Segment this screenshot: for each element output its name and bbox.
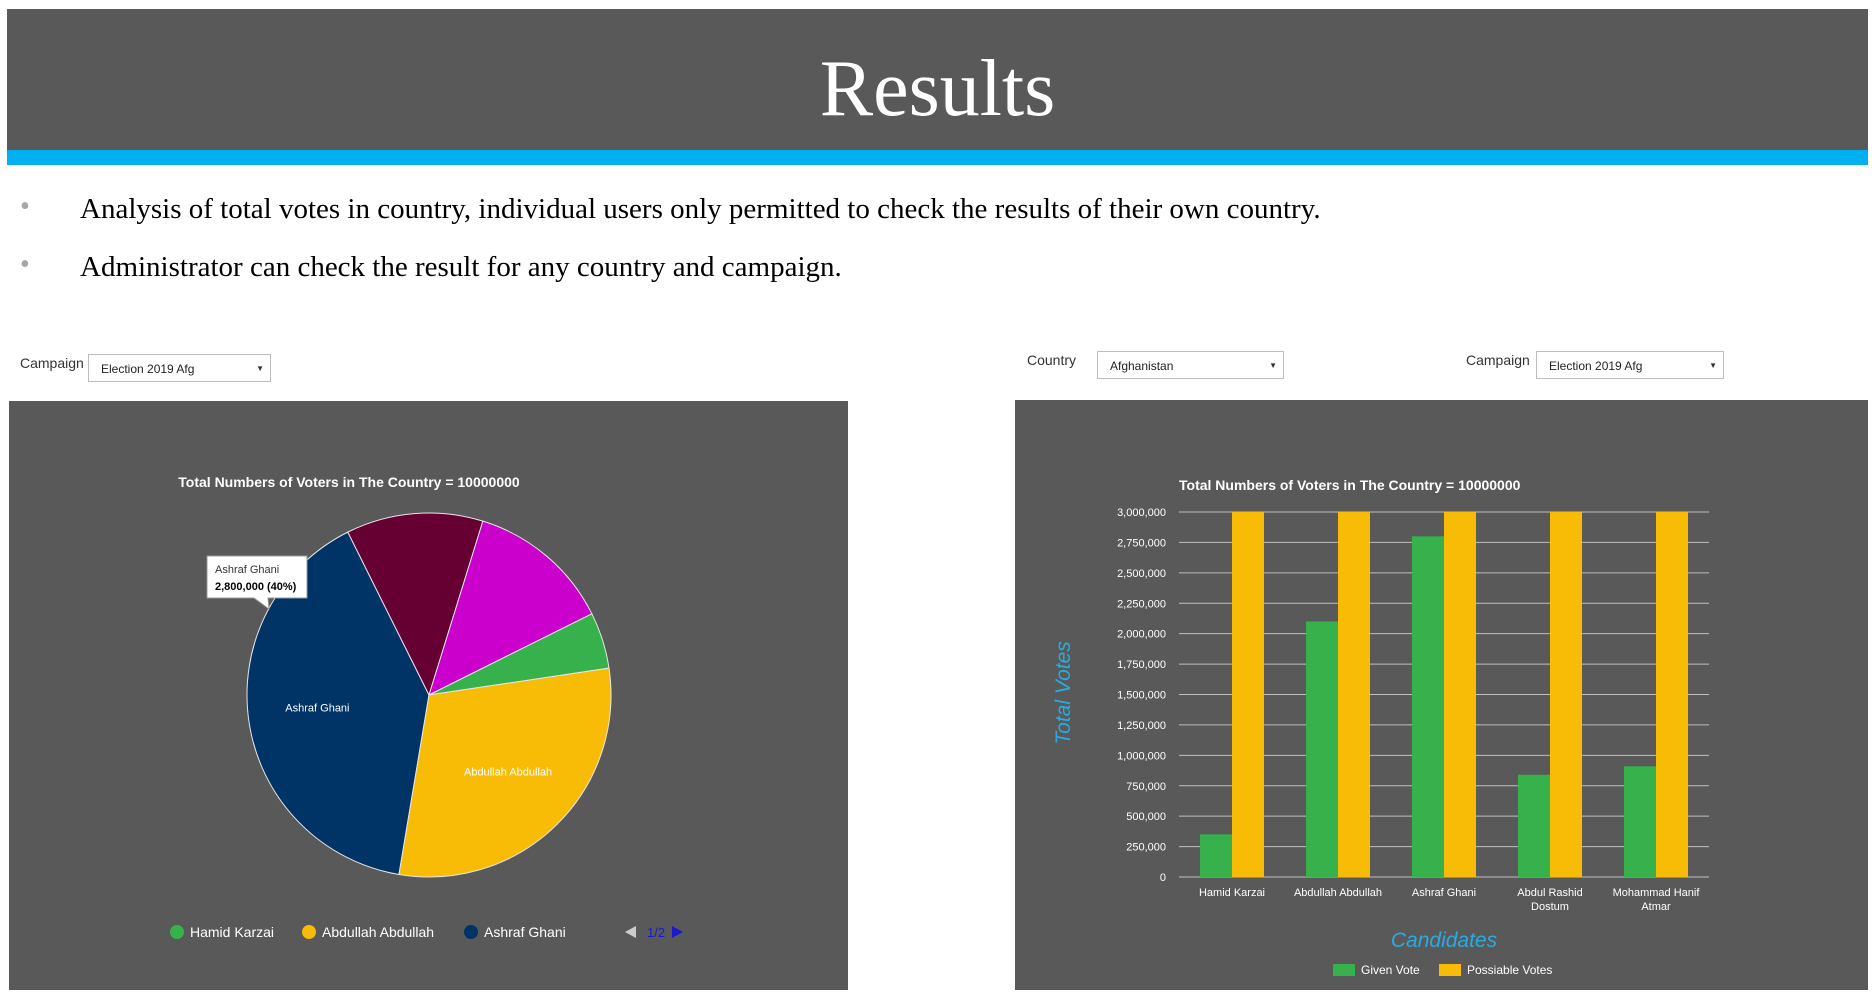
y-tick-label: 2,750,000 (1117, 537, 1166, 549)
pie-chart: Total Numbers of Voters in The Country =… (170, 474, 683, 940)
bullet-text: Administrator can check the result for a… (80, 251, 842, 283)
x-tick-label: Ashraf Ghani (1412, 887, 1476, 899)
dropdown-arrow-icon: ▼ (256, 364, 264, 373)
legend-label: Abdullah Abdullah (322, 924, 434, 940)
tooltip-name: Ashraf Ghani (215, 564, 279, 576)
country-select-value: Afghanistan (1110, 359, 1174, 373)
country-select[interactable]: Afghanistan ▼ (1097, 351, 1284, 379)
campaign-select[interactable]: Election 2019 Afg ▼ (88, 354, 271, 382)
slide-title: Results (819, 45, 1056, 133)
bar-chart-title: Total Numbers of Voters in The Country =… (1179, 477, 1521, 493)
campaign-label-right: Campaign (1466, 352, 1530, 368)
bar-legend: Given Vote Possiable Votes (1333, 963, 1552, 977)
y-tick-label: 1,750,000 (1117, 659, 1166, 671)
legend-marker (170, 925, 184, 939)
y-axis-title: Total Votes (1052, 641, 1075, 745)
y-tick-label: 2,500,000 (1117, 568, 1166, 580)
x-tick-label: Abdul Rashid (1517, 887, 1582, 899)
y-tick-label: 250,000 (1126, 842, 1166, 854)
x-tick-label: Mohammad Hanif (1613, 887, 1701, 899)
legend-item-abdullah-abdullah[interactable]: Abdullah Abdullah (302, 924, 434, 940)
legend-pager: 1/2 (647, 925, 665, 940)
legend-item-hamid-karzai[interactable]: Hamid Karzai (170, 924, 274, 940)
legend-label: Given Vote (1361, 963, 1420, 977)
bar-given-vote-abdullah-abdullah (1306, 621, 1338, 877)
y-tick-label: 3,000,000 (1117, 507, 1166, 519)
pie-data-label: Abdullah Abdullah (464, 767, 552, 779)
y-tick-label: 1,250,000 (1117, 720, 1166, 732)
pie-chart-panel: Total Numbers of Voters in The Country =… (9, 401, 848, 990)
campaign-select-right[interactable]: Election 2019 Afg ▼ (1536, 351, 1724, 379)
legend-marker (1333, 964, 1355, 976)
bullet-text: Analysis of total votes in country, indi… (80, 193, 1321, 225)
x-tick-label: Dostum (1531, 901, 1569, 913)
bar-given-vote-ashraf-ghani (1412, 536, 1444, 877)
bar-chart-panel: Total Numbers of Voters in The Country =… (1015, 400, 1868, 990)
y-tick-label: 2,000,000 (1117, 629, 1166, 641)
legend-label: Ashraf Ghani (484, 924, 566, 940)
y-tick-label: 0 (1160, 872, 1166, 884)
accent-stripe (7, 150, 1868, 165)
dropdown-arrow-icon: ▼ (1269, 361, 1277, 370)
legend-marker (464, 925, 478, 939)
y-tick-label: 2,250,000 (1117, 598, 1166, 610)
legend-item-ashraf-ghani[interactable]: Ashraf Ghani (464, 924, 566, 940)
legend-item-possiable-votes[interactable]: Possiable Votes (1439, 963, 1552, 977)
bar-possiable-votes-mohammad-hanif-atmar (1656, 512, 1688, 877)
bar-given-vote-hamid-karzai (1200, 834, 1232, 877)
dropdown-arrow-icon: ▼ (1709, 361, 1717, 370)
y-tick-label: 750,000 (1126, 781, 1166, 793)
bar-possiable-votes-abdullah-abdullah (1338, 512, 1370, 877)
bar-given-vote-mohammad-hanif-atmar (1624, 766, 1656, 877)
campaign-label: Campaign (20, 355, 84, 371)
pie-legend: Hamid Karzai Abdullah Abdullah Ashraf Gh… (170, 924, 683, 940)
pie-data-label: Ashraf Ghani (285, 703, 349, 715)
legend-item-given-vote[interactable]: Given Vote (1333, 963, 1420, 977)
legend-marker (302, 925, 316, 939)
bar-possiable-votes-hamid-karzai (1232, 512, 1264, 877)
bullet-dot-icon: • (20, 249, 30, 280)
legend-next-icon[interactable] (672, 926, 683, 938)
legend-label: Possiable Votes (1467, 963, 1552, 977)
bar-chart: Total Numbers of Voters in The Country =… (1052, 477, 1709, 977)
country-label: Country (1027, 352, 1077, 368)
legend-label: Hamid Karzai (190, 924, 274, 940)
campaign-select-value: Election 2019 Afg (101, 362, 195, 376)
legend-marker (1439, 964, 1461, 976)
legend-prev-icon[interactable] (625, 926, 636, 938)
y-tick-label: 1,000,000 (1117, 750, 1166, 762)
bar-possiable-votes-abdul-rashid-dostum (1550, 512, 1582, 877)
x-tick-label: Atmar (1641, 901, 1671, 913)
campaign-select-value: Election 2019 Afg (1549, 359, 1643, 373)
bar-given-vote-abdul-rashid-dostum (1518, 774, 1550, 877)
bullet-dot-icon: • (20, 191, 30, 222)
title-bar: Results (7, 9, 1868, 150)
x-tick-label: Abdullah Abdullah (1294, 887, 1382, 899)
x-axis-title: Candidates (1391, 929, 1498, 952)
y-tick-label: 1,500,000 (1117, 690, 1166, 702)
y-tick-label: 500,000 (1126, 811, 1166, 823)
pie-chart-title: Total Numbers of Voters in The Country =… (178, 474, 520, 490)
tooltip-value: 2,800,000 (40%) (215, 581, 297, 593)
x-tick-label: Hamid Karzai (1199, 887, 1265, 899)
bar-possiable-votes-ashraf-ghani (1444, 512, 1476, 877)
